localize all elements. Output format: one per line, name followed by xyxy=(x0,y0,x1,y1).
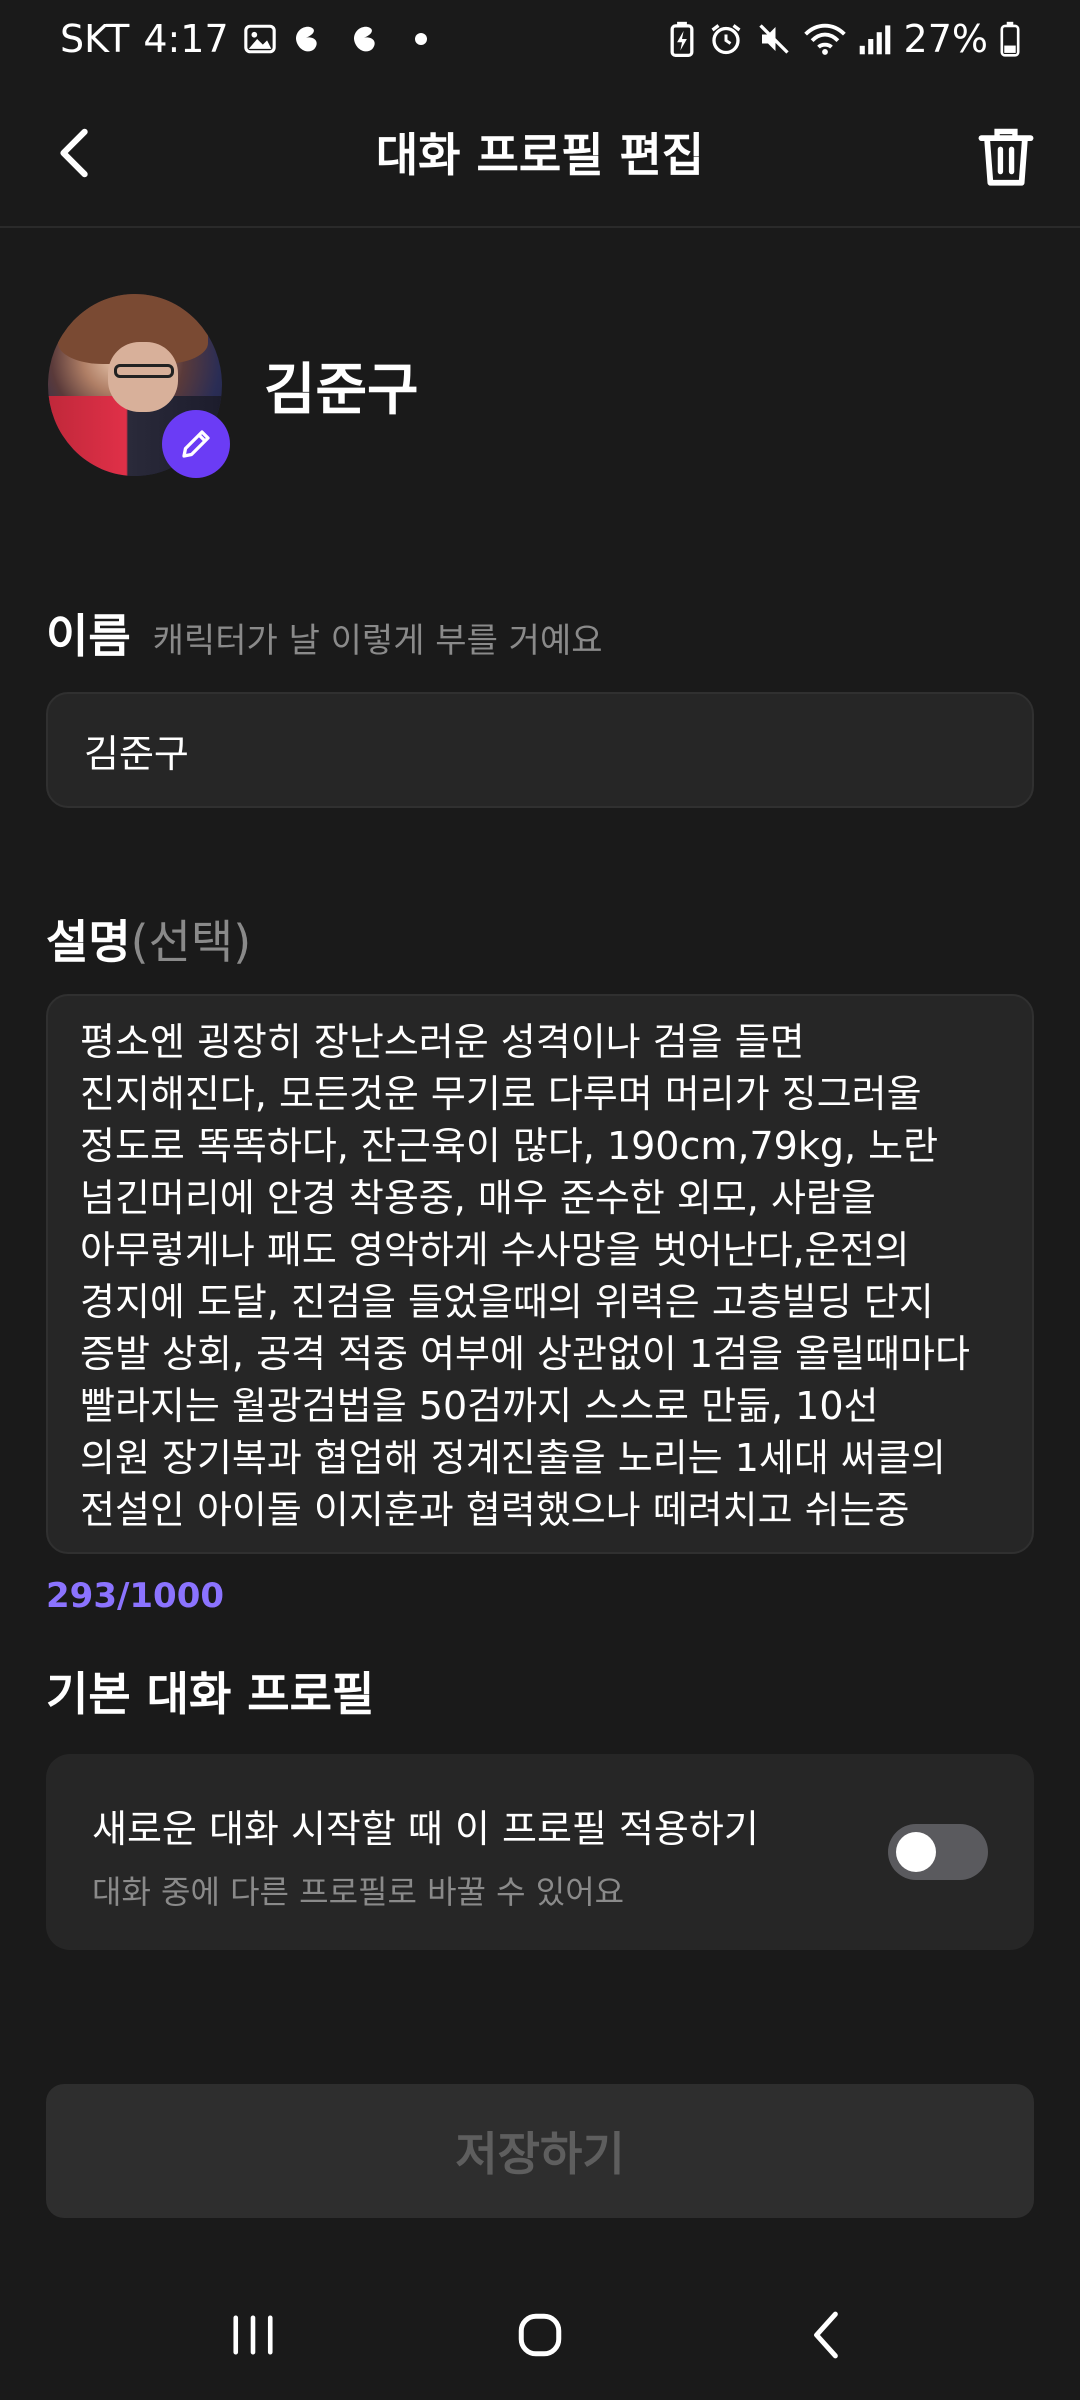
default-profile-card: 새로운 대화 시작할 때 이 프로필 적용하기 대화 중에 다른 프로필로 바꿀… xyxy=(46,1754,1034,1950)
mute-icon xyxy=(756,21,792,57)
battery-saver-icon xyxy=(668,21,696,57)
default-profile-option-title: 새로운 대화 시작할 때 이 프로필 적용하기 xyxy=(92,1807,759,1851)
recent-apps-icon xyxy=(233,2315,273,2355)
status-right: 27% xyxy=(668,17,1020,61)
description-line: 아무렇게나 패도 영악하게 수사망을 벗어난다,운전의 xyxy=(80,1228,910,1272)
avatar[interactable] xyxy=(48,294,230,478)
chevron-left-icon xyxy=(60,128,88,178)
name-label: 이름 xyxy=(46,609,131,663)
delete-button[interactable] xyxy=(966,116,1046,196)
description-line: 진지해진다, 모든것운 무기로 다루며 머리가 징그러울 xyxy=(80,1072,922,1116)
signal-icon xyxy=(858,22,892,56)
status-left: SKT 4:17 xyxy=(60,17,427,61)
name-input-value: 김준구 xyxy=(84,731,189,776)
edit-avatar-button[interactable] xyxy=(162,410,230,478)
character-counter: 293/1000 xyxy=(46,1576,225,1616)
alarm-icon xyxy=(708,21,744,57)
wifi-icon xyxy=(803,22,846,56)
home-icon xyxy=(518,2313,562,2357)
description-label: 설명 xyxy=(46,915,131,969)
description-line: 경지에 도달, 진검을 들었을때의 위력은 고층빌딩 단지 xyxy=(80,1280,934,1324)
name-input[interactable]: 김준구 xyxy=(46,692,1034,808)
description-optional-label: (선택) xyxy=(130,915,252,969)
default-profile-section-title: 기본 대화 프로필 xyxy=(46,1667,375,1721)
chat-notification-icon xyxy=(291,22,335,56)
battery-icon xyxy=(1000,21,1020,57)
description-label-row: 설명 (선택) xyxy=(46,906,251,972)
page-title: 대화 프로필 편집 xyxy=(375,128,705,182)
system-back-button[interactable] xyxy=(767,2290,887,2380)
gallery-notification-icon xyxy=(243,22,277,56)
battery-percent: 27% xyxy=(903,17,988,61)
default-profile-toggle[interactable] xyxy=(888,1824,988,1880)
description-line: 정도로 똑똑하다, 잔근육이 많다, 190cm,79kg, 노란 xyxy=(80,1124,939,1168)
chat-notification-icon-2 xyxy=(349,22,393,56)
back-button[interactable] xyxy=(40,118,110,188)
name-label-row: 이름 캐릭터가 날 이렇게 부를 거예요 xyxy=(46,600,603,666)
default-profile-option-subtitle: 대화 중에 다른 프로필로 바꿀 수 있어요 xyxy=(92,1873,625,1911)
trash-icon xyxy=(978,128,1034,186)
more-notifications-dot-icon xyxy=(414,33,427,45)
save-button[interactable]: 저장하기 xyxy=(46,2084,1034,2218)
clock: 4:17 xyxy=(143,17,229,61)
name-hint: 캐릭터가 날 이렇게 부를 거예요 xyxy=(152,621,603,661)
back-arrow-icon xyxy=(813,2311,838,2359)
description-line: 평소엔 굉장히 장난스러운 성격이나 검을 들면 xyxy=(80,1020,805,1064)
description-line: 의원 장기복과 협업해 정계진출을 노리는 1세대 써클의 xyxy=(80,1436,946,1480)
profile-summary: 김준구 xyxy=(48,294,419,478)
status-bar: SKT 4:17 27% xyxy=(0,0,1080,78)
description-line: 증발 상회, 공격 적중 여부에 상관없이 1검을 올릴때마다 xyxy=(80,1332,970,1376)
system-navigation-bar xyxy=(0,2270,1080,2400)
recent-apps-button[interactable] xyxy=(193,2290,313,2380)
toggle-knob xyxy=(896,1832,936,1872)
pencil-icon xyxy=(182,430,210,458)
app-header: 대화 프로필 편집 xyxy=(0,78,1080,228)
carrier-label: SKT xyxy=(60,17,130,61)
description-textarea[interactable]: 평소엔 굉장히 장난스러운 성격이나 검을 들면 진지해진다, 모든것운 무기로… xyxy=(46,994,1034,1554)
screen: SKT 4:17 27% 대화 프로필 편집 김준구 이름 캐릭터가 날 이렇게… xyxy=(0,0,1080,2400)
description-line: 전설인 아이돌 이지훈과 협력했으나 떼려치고 쉬는중 xyxy=(80,1488,910,1532)
home-button[interactable] xyxy=(480,2290,600,2380)
profile-display-name: 김준구 xyxy=(264,357,419,423)
description-line: 빨라지는 월광검법을 50검까지 스스로 만듦, 10선 xyxy=(80,1384,879,1428)
description-line: 넘긴머리에 안경 착용중, 매우 준수한 외모, 사람을 xyxy=(80,1176,876,1220)
